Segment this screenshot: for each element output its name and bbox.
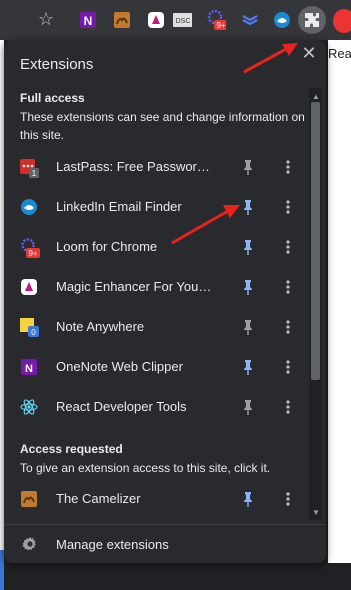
stack-icon[interactable] xyxy=(240,10,260,30)
pin-icon[interactable] xyxy=(240,238,256,256)
dsc-icon[interactable]: DSC xyxy=(172,10,192,30)
full-access-heading: Full access xyxy=(20,91,85,105)
more-vert-icon[interactable] xyxy=(280,158,296,176)
extension-label: The Camelizer xyxy=(56,491,141,506)
note-anywhere-icon: 0 xyxy=(20,318,39,337)
camelizer-icon[interactable] xyxy=(112,10,132,30)
access-requested-heading: Access requested xyxy=(20,442,123,456)
loom-icon: 9+ xyxy=(20,238,40,258)
pin-icon[interactable] xyxy=(240,278,256,296)
access-requested-description: To give an extension access to this site… xyxy=(20,461,271,475)
more-vert-icon[interactable] xyxy=(280,198,296,216)
manage-extensions-button[interactable]: Manage extensions xyxy=(4,526,326,563)
extension-label: Note Anywhere xyxy=(56,319,145,334)
more-vert-icon[interactable] xyxy=(280,490,296,508)
magic-enhancer-icon xyxy=(20,278,38,296)
dsc-text: DSC xyxy=(176,18,191,25)
avatar[interactable] xyxy=(333,9,351,33)
star-icon[interactable]: ☆ xyxy=(36,9,56,29)
loom-icon[interactable]: 9+ xyxy=(206,9,226,30)
lastpass-icon: 1 xyxy=(20,158,39,178)
note-anywhere-badge: 0 xyxy=(31,328,36,337)
page-background-right xyxy=(328,40,351,563)
tab-text: Readi xyxy=(328,46,351,61)
pin-icon[interactable] xyxy=(240,358,256,376)
more-vert-icon[interactable] xyxy=(280,398,296,416)
full-access-description: These extensions can see and change info… xyxy=(20,110,305,142)
magic-enhancer-icon[interactable] xyxy=(146,10,166,30)
svg-text:N: N xyxy=(84,14,93,28)
extension-label: Loom for Chrome xyxy=(56,239,158,254)
camelizer-icon xyxy=(20,490,38,508)
linkedin-finder-icon[interactable] xyxy=(272,10,292,30)
more-vert-icon[interactable] xyxy=(280,278,296,296)
extensions-popup: ✕ Extensions Full access These extension… xyxy=(4,40,326,563)
more-vert-icon[interactable] xyxy=(280,358,296,376)
extension-row-onenote[interactable]: N OneNote Web Clipper xyxy=(4,347,309,387)
extension-label: Magic Enhancer For YouTub... xyxy=(56,279,216,294)
svg-text:N: N xyxy=(25,363,33,375)
extension-label: OneNote Web Clipper xyxy=(56,359,183,374)
scrollbar-thumb[interactable] xyxy=(311,102,320,380)
extensions-puzzle-icon[interactable] xyxy=(298,6,326,34)
extension-row-lastpass[interactable]: 1 LastPass: Free Password Ma... xyxy=(4,147,309,187)
pin-icon[interactable] xyxy=(240,158,256,176)
manage-extensions-label: Manage extensions xyxy=(56,537,169,552)
extension-row-note-anywhere[interactable]: 0 Note Anywhere xyxy=(4,307,309,347)
extension-row-camelizer[interactable]: The Camelizer xyxy=(4,479,309,519)
pin-icon[interactable] xyxy=(240,490,256,508)
pin-icon[interactable] xyxy=(240,318,256,336)
gear-icon xyxy=(22,536,38,552)
popup-title: Extensions xyxy=(20,56,94,73)
close-icon[interactable]: ✕ xyxy=(300,44,318,62)
extension-row-loom[interactable]: 9+ Loom for Chrome xyxy=(4,227,309,267)
more-vert-icon[interactable] xyxy=(280,318,296,336)
extension-row-linkedin-email-finder[interactable]: LinkedIn Email Finder xyxy=(4,187,309,227)
scroll-up-arrow-icon[interactable]: ▲ xyxy=(312,92,320,101)
extension-row-magic-enhancer[interactable]: Magic Enhancer For YouTub... xyxy=(4,267,309,307)
scroll-down-arrow-icon[interactable]: ▼ xyxy=(312,508,320,517)
extension-label: LinkedIn Email Finder xyxy=(56,199,182,214)
pin-icon[interactable] xyxy=(240,198,256,216)
onenote-icon: N xyxy=(20,358,38,376)
loom-badge: 9+ xyxy=(216,21,225,30)
lastpass-badge: 1 xyxy=(32,169,37,178)
pin-icon[interactable] xyxy=(240,398,256,416)
onenote-icon[interactable]: N xyxy=(78,10,98,30)
extension-label: LastPass: Free Password Ma... xyxy=(56,159,216,174)
browser-toolbar: ☆ N DSC 9+ xyxy=(0,0,351,40)
react-icon xyxy=(20,398,38,416)
loom-badge: 9+ xyxy=(28,249,37,258)
footer-divider xyxy=(4,524,326,525)
linkedin-finder-icon xyxy=(20,198,38,216)
extension-label: React Developer Tools xyxy=(56,399,187,414)
more-vert-icon[interactable] xyxy=(280,238,296,256)
extension-row-react-devtools[interactable]: React Developer Tools xyxy=(4,387,309,427)
